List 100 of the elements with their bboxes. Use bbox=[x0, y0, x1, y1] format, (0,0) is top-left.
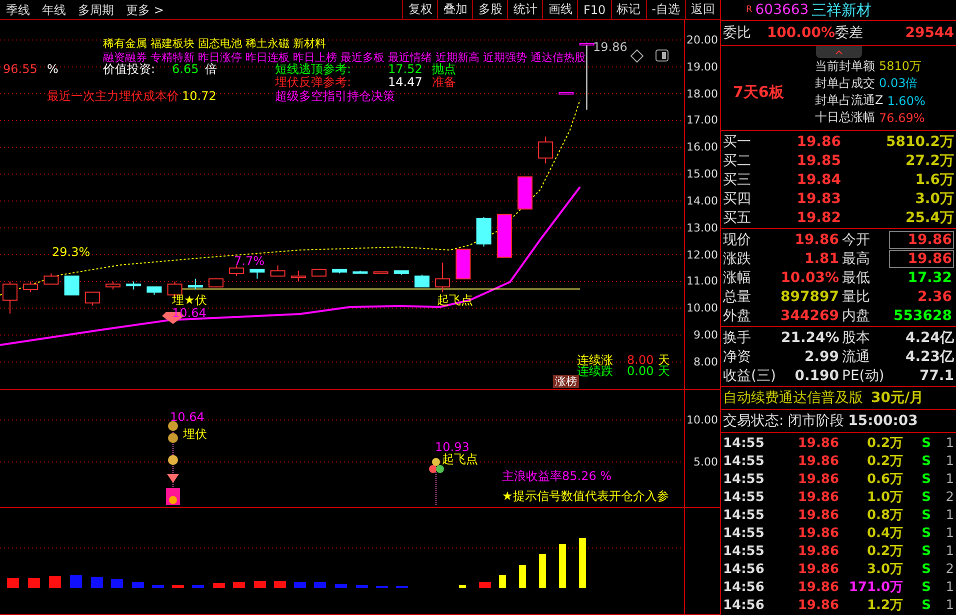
promo-text[interactable]: 自动续费通达信普及版 bbox=[723, 389, 863, 407]
bid-price: 19.86 bbox=[796, 134, 841, 150]
tick-count: 1 bbox=[944, 454, 954, 468]
stat-value: 2.99 bbox=[803, 348, 839, 364]
candlestick bbox=[435, 262, 450, 293]
stat-label: 股本 bbox=[841, 328, 871, 346]
tick-volume: 0.2万 bbox=[866, 453, 903, 470]
flag-label: R bbox=[746, 5, 752, 15]
tick-side: S bbox=[920, 544, 931, 558]
tick-side: S bbox=[920, 562, 931, 576]
chart-label: 96.55 bbox=[3, 63, 38, 76]
axis-label: 5.00 bbox=[694, 456, 718, 468]
bid-label: 买二 bbox=[723, 152, 752, 170]
tick-time: 14:55 bbox=[723, 490, 766, 504]
tick-price: 19.86 bbox=[796, 472, 839, 486]
volume-bar bbox=[335, 584, 347, 588]
volume-bar bbox=[49, 576, 61, 588]
axis-label: 13.00 bbox=[686, 221, 718, 234]
tick-count: 1 bbox=[944, 598, 954, 612]
volume-bar bbox=[356, 585, 368, 588]
candlestick bbox=[518, 176, 532, 210]
tick-side: S bbox=[920, 436, 931, 450]
axis-label: 9.00 bbox=[694, 328, 718, 342]
stat-value: 4.23亿 bbox=[904, 348, 954, 366]
candlestick bbox=[476, 216, 492, 248]
tick-side: S bbox=[920, 454, 931, 468]
period-tab[interactable]: 更多 > bbox=[120, 0, 170, 19]
volume-bar bbox=[539, 554, 546, 588]
stat-label: 收益(三) bbox=[723, 366, 777, 384]
axis-label: 14.00 bbox=[686, 194, 718, 208]
tick-side: S bbox=[920, 490, 931, 504]
chart-label: 17.52 bbox=[388, 63, 422, 76]
bid-volume: 5810.2万 bbox=[884, 132, 954, 150]
seal-info-label: 封单占成交 bbox=[815, 75, 875, 92]
quote-value: 1.81 bbox=[803, 250, 839, 266]
volume-bar bbox=[152, 585, 164, 588]
chart-label: 10.64 bbox=[172, 307, 206, 320]
candlestick bbox=[23, 280, 38, 293]
period-tab[interactable]: 多周期 bbox=[72, 0, 120, 19]
chart-label: 主浪收益率85.26 % bbox=[502, 470, 612, 483]
tick-volume: 0.2万 bbox=[866, 543, 903, 560]
stat-value: 77.1 bbox=[918, 368, 954, 384]
tick-count: 1 bbox=[944, 526, 954, 540]
bid-volume: 3.0万 bbox=[914, 190, 954, 208]
volume-bar bbox=[213, 583, 225, 588]
bid-label: 买一 bbox=[723, 132, 752, 150]
quote-label: 涨幅 bbox=[723, 268, 752, 286]
chart-label: 0.00 bbox=[627, 365, 654, 378]
volume-bar bbox=[294, 582, 306, 588]
period-tab[interactable]: 年线 bbox=[36, 0, 72, 19]
candlestick bbox=[126, 280, 142, 290]
chart-label: 埋伏反弹参考: bbox=[275, 76, 352, 89]
chart-label: 连续跌 bbox=[577, 365, 613, 378]
order-ratio-value: 100.00% bbox=[766, 25, 835, 41]
rank-badge: 涨榜 bbox=[553, 375, 579, 388]
tick-side: S bbox=[920, 598, 931, 612]
quote-value: 19.86 bbox=[889, 230, 954, 248]
bid-label: 买三 bbox=[723, 170, 752, 188]
quote-value: 897897 bbox=[780, 288, 839, 304]
chart-label: 10.72 bbox=[182, 90, 216, 103]
chart-label: 倍 bbox=[205, 63, 217, 76]
axis-label: 19.00 bbox=[686, 60, 718, 74]
candlestick bbox=[229, 264, 244, 277]
tick-volume: 1.0万 bbox=[866, 489, 903, 506]
volume-bar bbox=[70, 575, 82, 588]
bid-price: 19.82 bbox=[796, 210, 841, 226]
order-ratio-label: 委比 bbox=[723, 24, 752, 42]
signal-markers-drawing bbox=[429, 458, 444, 506]
bid-price: 19.83 bbox=[796, 190, 841, 206]
bid-price: 19.84 bbox=[796, 172, 841, 188]
quote-value: 2.36 bbox=[916, 288, 953, 306]
stock-name: 三祥新材 bbox=[812, 0, 872, 20]
volume-bar bbox=[459, 585, 466, 588]
quote-label: 最高 bbox=[841, 250, 871, 268]
candlestick bbox=[312, 268, 326, 277]
volume-bar bbox=[192, 585, 204, 588]
chart-label: ★提示信号数值代表开仓介入参 bbox=[502, 490, 669, 503]
chart-label: 天 bbox=[658, 354, 670, 367]
seal-info-value: 1.60% bbox=[887, 94, 926, 108]
trade-status: 交易状态: 闭市阶段 bbox=[723, 412, 844, 430]
candlestick bbox=[558, 92, 574, 95]
quote-label: 最低 bbox=[841, 268, 871, 286]
candlestick bbox=[373, 271, 388, 274]
axis-label: 11.00 bbox=[686, 274, 718, 288]
quote-value: 553628 bbox=[892, 306, 953, 324]
promo-price[interactable]: 30元/月 bbox=[871, 389, 924, 407]
tick-volume: 0.8万 bbox=[866, 507, 903, 524]
chart-label: 6.65 bbox=[172, 63, 199, 76]
diamond-icon[interactable] bbox=[630, 49, 644, 63]
limit-streak-label: 7天6板 bbox=[732, 82, 785, 102]
chart-label: 8.00 bbox=[627, 354, 654, 367]
chart-label: 天 bbox=[658, 365, 670, 378]
tick-volume: 0.4万 bbox=[866, 525, 903, 542]
volume-bar bbox=[7, 578, 19, 588]
volume-bar bbox=[28, 578, 40, 588]
bid-price: 19.85 bbox=[796, 152, 841, 168]
tick-price: 19.86 bbox=[796, 598, 839, 612]
candlestick bbox=[188, 278, 203, 290]
axis-label: 20.00 bbox=[686, 34, 718, 46]
period-tab[interactable]: 季线 bbox=[0, 0, 36, 19]
